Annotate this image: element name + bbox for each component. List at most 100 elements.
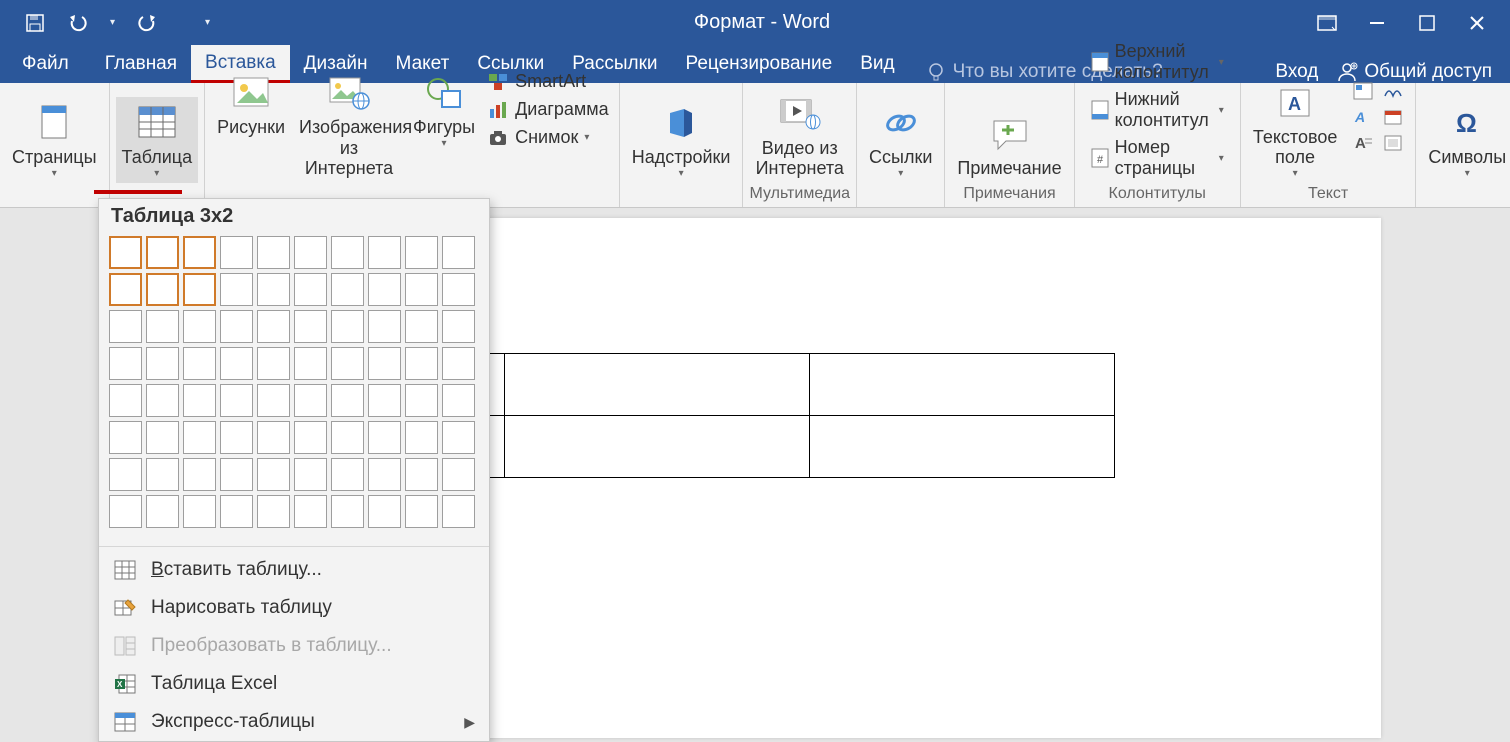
- grid-cell[interactable]: [146, 421, 179, 454]
- grid-cell[interactable]: [109, 273, 142, 306]
- grid-cell[interactable]: [368, 236, 401, 269]
- grid-cell[interactable]: [294, 421, 327, 454]
- grid-cell[interactable]: [405, 384, 438, 417]
- grid-cell[interactable]: [294, 495, 327, 528]
- tab-file[interactable]: Файл: [0, 45, 91, 83]
- online-pictures-button[interactable]: Изображения из Интернета: [293, 67, 405, 183]
- save-icon[interactable]: [22, 10, 48, 36]
- grid-cell[interactable]: [442, 421, 475, 454]
- shapes-button[interactable]: Фигуры ▾: [407, 67, 481, 153]
- grid-cell[interactable]: [257, 421, 290, 454]
- pictures-button[interactable]: Рисунки: [211, 67, 291, 142]
- tab-home[interactable]: Главная: [91, 45, 191, 83]
- grid-cell[interactable]: [109, 347, 142, 380]
- grid-cell[interactable]: [442, 310, 475, 343]
- page-number-button[interactable]: # Номер страницы ▾: [1087, 135, 1228, 181]
- grid-cell[interactable]: [405, 273, 438, 306]
- grid-cell[interactable]: [257, 310, 290, 343]
- grid-cell[interactable]: [109, 421, 142, 454]
- grid-cell[interactable]: [146, 310, 179, 343]
- grid-cell[interactable]: [405, 347, 438, 380]
- tab-view[interactable]: Вид: [846, 45, 908, 83]
- excel-table-menuitem[interactable]: X Таблица Excel: [99, 665, 489, 703]
- grid-cell[interactable]: [220, 310, 253, 343]
- dropcap-button[interactable]: A: [1351, 133, 1375, 153]
- undo-icon[interactable]: [66, 10, 92, 36]
- grid-cell[interactable]: [294, 236, 327, 269]
- object-button[interactable]: [1381, 133, 1405, 153]
- undo-dropdown-icon[interactable]: ▾: [110, 17, 115, 28]
- grid-cell[interactable]: [405, 421, 438, 454]
- quick-tables-menuitem[interactable]: Экспресс-таблицы ▶: [99, 703, 489, 741]
- grid-cell[interactable]: [183, 347, 216, 380]
- grid-cell[interactable]: [183, 421, 216, 454]
- grid-cell[interactable]: [368, 273, 401, 306]
- grid-cell[interactable]: [294, 273, 327, 306]
- grid-cell[interactable]: [183, 310, 216, 343]
- grid-cell[interactable]: [405, 495, 438, 528]
- minimize-icon[interactable]: [1364, 10, 1390, 36]
- grid-cell[interactable]: [257, 236, 290, 269]
- datetime-button[interactable]: [1381, 107, 1405, 127]
- header-button[interactable]: Верхний колонтитул ▾: [1087, 39, 1228, 85]
- grid-cell[interactable]: [331, 421, 364, 454]
- grid-cell[interactable]: [257, 458, 290, 491]
- grid-cell[interactable]: [257, 384, 290, 417]
- smartart-button[interactable]: SmartArt: [483, 69, 613, 95]
- grid-cell[interactable]: [331, 236, 364, 269]
- addins-button[interactable]: Надстройки ▾: [626, 97, 737, 183]
- grid-cell[interactable]: [331, 273, 364, 306]
- footer-button[interactable]: Нижний колонтитул ▾: [1087, 87, 1228, 133]
- grid-cell[interactable]: [442, 458, 475, 491]
- pages-button[interactable]: Страницы ▾: [6, 97, 103, 183]
- grid-cell[interactable]: [257, 273, 290, 306]
- grid-cell[interactable]: [442, 384, 475, 417]
- links-button[interactable]: Ссылки ▾: [863, 97, 938, 183]
- draw-table-menuitem[interactable]: Нарисовать таблицу: [99, 589, 489, 627]
- grid-cell[interactable]: [405, 236, 438, 269]
- grid-cell[interactable]: [368, 347, 401, 380]
- grid-cell[interactable]: [368, 384, 401, 417]
- grid-cell[interactable]: [442, 495, 475, 528]
- redo-icon[interactable]: [133, 10, 159, 36]
- grid-cell[interactable]: [294, 310, 327, 343]
- grid-cell[interactable]: [368, 495, 401, 528]
- grid-cell[interactable]: [183, 236, 216, 269]
- grid-cell[interactable]: [146, 347, 179, 380]
- grid-cell[interactable]: [331, 458, 364, 491]
- grid-cell[interactable]: [220, 421, 253, 454]
- symbols-button[interactable]: Ω Символы ▾: [1422, 97, 1510, 183]
- grid-cell[interactable]: [183, 273, 216, 306]
- grid-cell[interactable]: [368, 458, 401, 491]
- grid-cell[interactable]: [220, 236, 253, 269]
- grid-cell[interactable]: [405, 458, 438, 491]
- grid-cell[interactable]: [109, 384, 142, 417]
- grid-cell[interactable]: [294, 347, 327, 380]
- grid-cell[interactable]: [220, 347, 253, 380]
- grid-cell[interactable]: [331, 310, 364, 343]
- grid-cell[interactable]: [220, 273, 253, 306]
- grid-cell[interactable]: [331, 495, 364, 528]
- screenshot-button[interactable]: Снимок ▾: [483, 125, 613, 151]
- grid-cell[interactable]: [442, 236, 475, 269]
- grid-cell[interactable]: [442, 273, 475, 306]
- grid-cell[interactable]: [109, 458, 142, 491]
- grid-cell[interactable]: [257, 347, 290, 380]
- grid-cell[interactable]: [220, 384, 253, 417]
- grid-cell[interactable]: [183, 384, 216, 417]
- quick-parts-button[interactable]: [1351, 81, 1375, 101]
- chart-button[interactable]: Диаграмма: [483, 97, 613, 123]
- online-video-button[interactable]: Видео из Интернета: [749, 88, 850, 183]
- grid-cell[interactable]: [405, 310, 438, 343]
- grid-cell[interactable]: [183, 495, 216, 528]
- insert-table-menuitem[interactable]: Вставить таблицу...: [99, 551, 489, 589]
- close-icon[interactable]: [1464, 10, 1490, 36]
- table-size-grid[interactable]: [99, 236, 489, 542]
- grid-cell[interactable]: [331, 347, 364, 380]
- grid-cell[interactable]: [146, 458, 179, 491]
- grid-cell[interactable]: [109, 310, 142, 343]
- grid-cell[interactable]: [109, 236, 142, 269]
- grid-cell[interactable]: [368, 421, 401, 454]
- grid-cell[interactable]: [109, 495, 142, 528]
- grid-cell[interactable]: [257, 495, 290, 528]
